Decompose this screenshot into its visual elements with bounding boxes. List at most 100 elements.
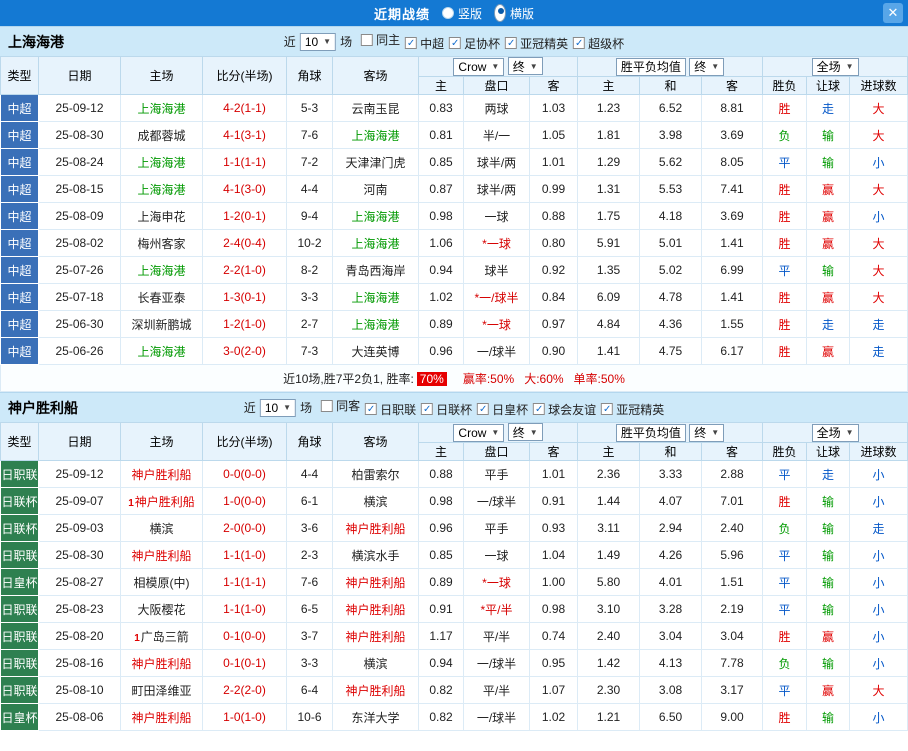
handicap-line: *一/球半 xyxy=(463,283,530,311)
summary-row: 近10场,胜7平2负1, 胜率: 70% 赢率:50% 大:60% 单率:50% xyxy=(0,364,908,392)
match-count-value: 10 xyxy=(264,400,279,415)
close-button[interactable]: ✕ xyxy=(883,3,903,23)
home-team[interactable]: 上海海港 xyxy=(120,256,203,284)
score[interactable]: 4-2(1-1) xyxy=(202,94,287,122)
away-team[interactable]: 上海海港 xyxy=(332,310,419,338)
match-date: 25-09-12 xyxy=(38,460,121,488)
away-team[interactable]: 云南玉昆 xyxy=(332,94,419,122)
score[interactable]: 2-2(1-0) xyxy=(202,256,287,284)
match-count-select[interactable]: 10 ▼ xyxy=(299,32,337,51)
score[interactable]: 4-1(3-0) xyxy=(202,175,287,203)
score[interactable]: 1-1(1-0) xyxy=(202,541,287,569)
competition-badge: 日皇杯 xyxy=(0,568,39,596)
odds-stage-select[interactable]: 终 ▼ xyxy=(507,57,543,76)
scope-select[interactable]: 全场 ▼ xyxy=(811,57,859,76)
home-team[interactable]: 1神户胜利船 xyxy=(120,487,203,515)
home-team[interactable]: 上海海港 xyxy=(120,175,203,203)
away-team[interactable]: 上海海港 xyxy=(332,121,419,149)
home-team[interactable]: 上海海港 xyxy=(120,148,203,176)
home-team[interactable]: 上海海港 xyxy=(120,337,203,365)
home-team[interactable]: 横滨 xyxy=(120,514,203,542)
avg-stage-select[interactable]: 终 ▼ xyxy=(689,57,725,76)
team-name: 神户胜利船 xyxy=(131,467,192,482)
home-team[interactable]: 梅州客家 xyxy=(120,229,203,257)
score[interactable]: 2-2(2-0) xyxy=(202,676,287,704)
home-team[interactable]: 神户胜利船 xyxy=(120,703,203,731)
filter-checkbox-日职联[interactable]: ✓ 日职联 xyxy=(365,401,416,418)
filter-checkbox-球会友谊[interactable]: ✓ 球会友谊 xyxy=(533,401,596,418)
away-team[interactable]: 上海海港 xyxy=(332,283,419,311)
score[interactable]: 1-1(1-1) xyxy=(202,568,287,596)
home-team[interactable]: 长春亚泰 xyxy=(120,283,203,311)
score[interactable]: 1-2(0-1) xyxy=(202,202,287,230)
layout-radio-vertical[interactable]: 竖版 xyxy=(441,5,482,22)
filter-checkbox-同主[interactable]: 同主 xyxy=(361,31,400,48)
home-team[interactable]: 町田泽维亚 xyxy=(120,676,203,704)
away-team[interactable]: 神户胜利船 xyxy=(332,568,419,596)
scope-select[interactable]: 全场 ▼ xyxy=(811,423,859,442)
filter-checkbox-同客[interactable]: 同客 xyxy=(321,397,360,414)
away-team[interactable]: 横滨 xyxy=(332,487,419,515)
avg-odds-select[interactable]: 胜平负均值 xyxy=(615,57,686,76)
score[interactable]: 0-1(0-0) xyxy=(202,622,287,650)
match-count-select[interactable]: 10 ▼ xyxy=(259,398,297,417)
chevron-down-icon: ▼ xyxy=(283,403,292,412)
layout-radio-horizontal[interactable]: 横版 xyxy=(494,4,534,22)
home-team[interactable]: 神户胜利船 xyxy=(120,649,203,677)
handicap-home-odds: 0.94 xyxy=(418,256,464,284)
away-team[interactable]: 大连英博 xyxy=(332,337,419,365)
home-team[interactable]: 上海申花 xyxy=(120,202,203,230)
score[interactable]: 2-0(0-0) xyxy=(202,514,287,542)
away-team[interactable]: 东洋大学 xyxy=(332,703,419,731)
score[interactable]: 1-0(1-0) xyxy=(202,703,287,731)
filter-checkbox-日皇杯[interactable]: ✓ 日皇杯 xyxy=(477,401,528,418)
filter-checkbox-超级杯[interactable]: ✓ 超级杯 xyxy=(573,35,624,52)
home-team[interactable]: 神户胜利船 xyxy=(120,460,203,488)
away-team[interactable]: 青岛西海岸 xyxy=(332,256,419,284)
home-team[interactable]: 神户胜利船 xyxy=(120,541,203,569)
odds-company-select[interactable]: Crow ▼ xyxy=(453,57,505,76)
away-team[interactable]: 神户胜利船 xyxy=(332,676,419,704)
checkbox-checked-icon: ✓ xyxy=(533,403,546,416)
away-team[interactable]: 柏雷索尔 xyxy=(332,460,419,488)
away-team[interactable]: 横滨水手 xyxy=(332,541,419,569)
score[interactable]: 1-1(1-0) xyxy=(202,595,287,623)
away-team[interactable]: 河南 xyxy=(332,175,419,203)
home-team[interactable]: 1广岛三箭 xyxy=(120,622,203,650)
away-team[interactable]: 天津津门虎 xyxy=(332,148,419,176)
away-team[interactable]: 上海海港 xyxy=(332,229,419,257)
filter-checkbox-足协杯[interactable]: ✓ 足协杯 xyxy=(449,35,500,52)
score[interactable]: 0-0(0-0) xyxy=(202,460,287,488)
away-team[interactable]: 横滨 xyxy=(332,649,419,677)
score[interactable]: 2-4(0-4) xyxy=(202,229,287,257)
filter-checkbox-中超[interactable]: ✓ 中超 xyxy=(405,35,444,52)
score[interactable]: 1-3(0-1) xyxy=(202,283,287,311)
avg-odds-select[interactable]: 胜平负均值 xyxy=(615,423,686,442)
filter-checkbox-亚冠精英[interactable]: ✓ 亚冠精英 xyxy=(505,35,568,52)
home-team[interactable]: 上海海港 xyxy=(120,94,203,122)
away-team[interactable]: 上海海港 xyxy=(332,202,419,230)
rank-badge: 1 xyxy=(134,632,140,644)
home-team[interactable]: 深圳新鹏城 xyxy=(120,310,203,338)
home-team[interactable]: 相模原(中) xyxy=(120,568,203,596)
away-team[interactable]: 神户胜利船 xyxy=(332,595,419,623)
score[interactable]: 0-1(0-1) xyxy=(202,649,287,677)
odds-stage-select[interactable]: 终 ▼ xyxy=(507,423,543,442)
handicap-line: 球半/两 xyxy=(463,148,530,176)
away-team[interactable]: 神户胜利船 xyxy=(332,622,419,650)
avg-away-odds: 7.01 xyxy=(701,487,764,515)
score[interactable]: 1-2(1-0) xyxy=(202,310,287,338)
away-team[interactable]: 神户胜利船 xyxy=(332,514,419,542)
summary-cell: 近10场,胜7平2负1, 胜率: 70% 赢率:50% 大:60% 单率:50% xyxy=(0,364,908,392)
home-team[interactable]: 成都蓉城 xyxy=(120,121,203,149)
score[interactable]: 1-1(1-1) xyxy=(202,148,287,176)
home-team[interactable]: 大阪樱花 xyxy=(120,595,203,623)
score[interactable]: 3-0(2-0) xyxy=(202,337,287,365)
filter-checkbox-日联杯[interactable]: ✓ 日联杯 xyxy=(421,401,472,418)
avg-stage-select[interactable]: 终 ▼ xyxy=(689,423,725,442)
filter-checkbox-亚冠精英[interactable]: ✓ 亚冠精英 xyxy=(601,401,664,418)
chevron-down-icon: ▼ xyxy=(845,428,854,437)
score[interactable]: 1-0(0-0) xyxy=(202,487,287,515)
odds-company-select[interactable]: Crow ▼ xyxy=(453,423,505,442)
score[interactable]: 4-1(3-1) xyxy=(202,121,287,149)
